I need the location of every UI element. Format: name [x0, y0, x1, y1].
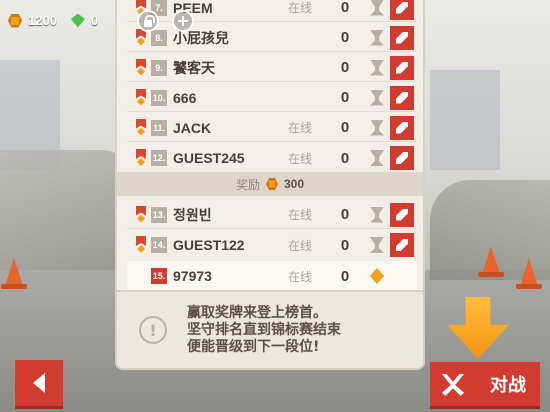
leaderboard-row: 14. GUEST122 在线 0 [127, 231, 417, 259]
my-player-name: 97973 [173, 268, 212, 284]
player-name: 666 [173, 89, 197, 106]
score: 0 [340, 89, 350, 106]
score: 0 [340, 236, 350, 254]
challenge-button[interactable] [390, 233, 414, 257]
leaderboard-row: 12. GUEST245 在线 0 [127, 144, 417, 172]
score: 0 [340, 59, 350, 76]
player-name: 정원빈 [173, 206, 212, 223]
challenge-button[interactable] [390, 55, 414, 80]
online-status: 在线 [288, 151, 313, 166]
online-status: 在线 [288, 208, 313, 222]
trophy-icon [370, 89, 384, 106]
rank-badge: 12. [151, 150, 167, 166]
leaderboard-row: 8. 小屁孩兒 0 [127, 24, 417, 52]
medal-icon [135, 236, 147, 254]
reward-value: 300 [283, 177, 305, 191]
rank-badge: 11. [151, 119, 167, 136]
rank-badge: 13. [151, 206, 167, 223]
info-icon: ! [139, 316, 167, 344]
info-line: 坚守排名直到锦标赛结束 [187, 321, 341, 338]
rocket-icon [396, 208, 408, 221]
challenge-button[interactable] [390, 146, 414, 170]
rank-badge: 8. [151, 29, 167, 46]
medal-icon [135, 149, 147, 167]
medal-icon [135, 59, 147, 77]
leaderboard-row: 13. 정원빈 在线 0 [127, 201, 417, 229]
medal-icon [135, 206, 147, 224]
coin-icon [8, 13, 22, 28]
score: 0 [340, 119, 350, 136]
lock-icon[interactable] [137, 10, 159, 32]
trophy-icon [370, 0, 384, 16]
online-status: 在线 [288, 238, 313, 253]
building [430, 70, 500, 170]
coin-count: 1200 [28, 13, 57, 28]
coin-icon [265, 178, 278, 190]
score: 0 [340, 29, 350, 46]
player-name: 饕客天 [173, 59, 215, 76]
player-name: JACK [173, 119, 212, 136]
score: 0 [340, 267, 350, 285]
leaderboard-row: 11. JACK 在线 0 [127, 114, 417, 142]
reward-separator: 奖励 300 [117, 172, 423, 196]
tournament-info-box: ! 赢取奖牌来登上榜首。 坚守排名直到锦标赛结束 便能晋级到下一段位! [115, 290, 425, 370]
add-icon[interactable] [172, 10, 194, 32]
rocket-icon [396, 91, 408, 104]
leaderboard-row: 10. 666 0 [127, 84, 417, 112]
score: 0 [340, 0, 350, 16]
rocket-icon [396, 1, 408, 14]
gem-count: 0 [90, 13, 99, 28]
info-line: 赢取奖牌来登上榜首。 [187, 304, 327, 321]
rank-badge: 14. [151, 237, 167, 253]
rocket-icon [396, 152, 408, 164]
trophy-icon [370, 119, 384, 136]
leaderboard-row: 7. PEEM 在线 0 [127, 0, 417, 22]
leaderboard-panel[interactable]: 7. PEEM 在线 0 8. 小屁孩兒 0 9. 饕客天 0 10. 666 … [115, 0, 425, 300]
rank-badge: 9. [151, 59, 167, 76]
medal-icon [135, 89, 147, 107]
battle-button[interactable]: 对战 [430, 362, 540, 406]
online-status: 在线 [288, 1, 313, 15]
battle-button-label: 对战 [490, 375, 526, 396]
leaderboard-row: 9. 饕客天 0 [127, 54, 417, 82]
back-arrow-icon [33, 373, 45, 393]
challenge-button[interactable] [390, 25, 414, 50]
trophy-icon [370, 150, 384, 166]
currency-bar: 1200 0 [8, 13, 98, 28]
info-line: 便能晋级到下一段位! [187, 338, 320, 355]
rank-badge: 10. [151, 89, 167, 106]
trophy-icon [370, 268, 384, 284]
player-name: GUEST245 [173, 150, 245, 166]
info-text: 赢取奖牌来登上榜首。 坚守排名直到锦标赛结束 便能晋级到下一段位! [187, 305, 341, 356]
my-rank-badge: 15. [151, 268, 167, 284]
traffic-cone-icon [478, 246, 504, 277]
challenge-button[interactable] [390, 0, 414, 20]
score: 0 [340, 149, 350, 167]
trophy-icon [370, 29, 384, 46]
challenge-button[interactable] [390, 202, 414, 227]
player-name: 小屁孩兒 [173, 29, 229, 46]
crossed-swords-icon [442, 374, 464, 396]
rocket-icon [396, 31, 408, 44]
challenge-button[interactable] [390, 115, 414, 140]
online-status: 在线 [288, 121, 313, 135]
rocket-icon [396, 121, 408, 134]
online-status: 在线 [288, 269, 313, 284]
trophy-icon [370, 237, 384, 253]
rocket-icon [396, 61, 408, 74]
medal-icon [135, 119, 147, 137]
trophy-icon [370, 206, 384, 223]
rocket-icon [396, 239, 408, 251]
reward-label: 奖励 [235, 177, 260, 192]
trophy-icon [370, 59, 384, 76]
traffic-cone-icon [1, 258, 27, 289]
my-leaderboard-row: 15. 97973 在线 0 [127, 261, 417, 291]
player-name: GUEST122 [173, 237, 245, 253]
back-button[interactable] [15, 360, 63, 406]
challenge-button[interactable] [390, 85, 414, 110]
score: 0 [340, 206, 350, 223]
gem-icon [70, 13, 85, 28]
traffic-cone-icon [516, 258, 542, 289]
